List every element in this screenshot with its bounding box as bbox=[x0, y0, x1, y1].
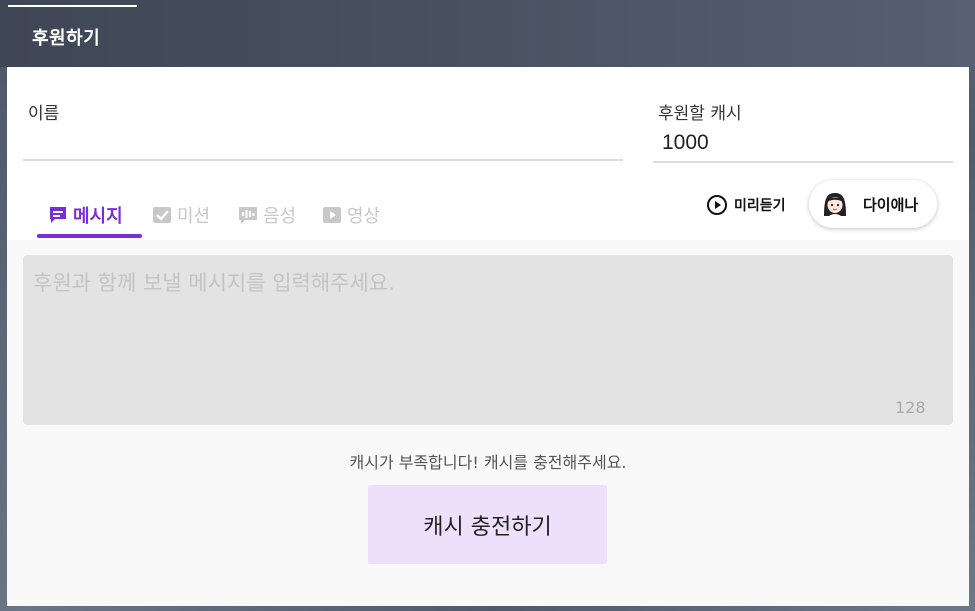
tab-video-label: 영상 bbox=[347, 206, 381, 227]
voice-selector[interactable]: 다이애나 bbox=[809, 180, 937, 228]
avatar-girl-icon bbox=[820, 189, 850, 219]
header-tab-indicator bbox=[8, 5, 137, 7]
tab-message-label: 메시지 bbox=[73, 206, 123, 227]
message-icon bbox=[50, 207, 66, 223]
cash-label: 후원할 캐시 bbox=[658, 104, 742, 124]
char-count: 128 bbox=[895, 398, 926, 417]
tab-voice-label: 음성 bbox=[263, 206, 297, 227]
insufficient-cash-notice: 캐시가 부족합니다! 캐시를 충전해주세요. bbox=[349, 453, 627, 472]
play-circle-icon bbox=[707, 195, 727, 215]
charge-cash-button[interactable]: 캐시 충전하기 bbox=[368, 485, 607, 564]
preview-listen-label: 미리듣기 bbox=[734, 198, 786, 214]
name-label: 이름 bbox=[28, 104, 60, 124]
voice-icon bbox=[239, 207, 257, 224]
message-section: 128 캐시가 부족합니다! 캐시를 충전해주세요. 캐시 충전하기 bbox=[7, 240, 969, 606]
mission-check-icon bbox=[153, 207, 171, 223]
page-title: 후원하기 bbox=[32, 28, 101, 49]
cash-amount-input[interactable] bbox=[653, 125, 953, 163]
donation-panel: 이름 후원할 캐시 메시지 미션 bbox=[7, 67, 969, 606]
preview-listen-button[interactable]: 미리듣기 bbox=[706, 192, 786, 218]
tab-message[interactable]: 메시지 bbox=[47, 192, 123, 238]
tab-video[interactable]: 영상 bbox=[321, 192, 380, 238]
voice-name: 다이애나 bbox=[863, 195, 919, 214]
header-bar: 후원하기 bbox=[0, 0, 975, 67]
tab-mission[interactable]: 미션 bbox=[151, 192, 210, 238]
message-input[interactable] bbox=[23, 255, 953, 425]
name-input[interactable] bbox=[23, 125, 623, 161]
tab-voice[interactable]: 음성 bbox=[237, 192, 296, 238]
tab-mission-label: 미션 bbox=[177, 206, 211, 227]
video-play-icon bbox=[323, 207, 341, 223]
